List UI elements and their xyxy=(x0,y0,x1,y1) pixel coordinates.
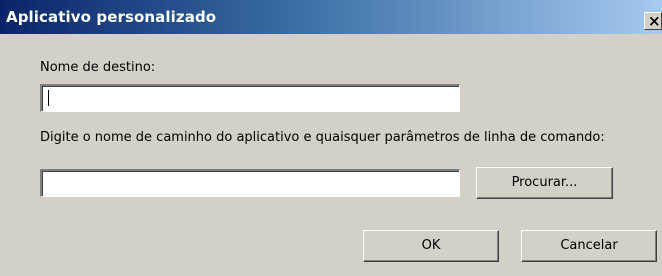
path-field[interactable] xyxy=(40,169,460,197)
window-title: Aplicativo personalizado xyxy=(6,8,217,26)
browse-button-label: Procurar... xyxy=(511,175,578,190)
custom-application-dialog: Aplicativo personalizado × Nome de desti… xyxy=(0,0,662,276)
target-name-field[interactable] xyxy=(40,84,460,112)
target-name-label: Nome de destino: xyxy=(40,60,156,75)
ok-button-label: OK xyxy=(421,238,441,253)
close-button[interactable]: × xyxy=(644,12,662,30)
path-label: Digite o nome de caminho do aplicativo e… xyxy=(40,130,605,145)
browse-button[interactable]: Procurar... xyxy=(476,167,613,199)
cancel-button[interactable]: Cancelar xyxy=(521,230,657,262)
ok-button[interactable]: OK xyxy=(363,230,499,262)
close-icon: × xyxy=(648,12,661,30)
cancel-button-label: Cancelar xyxy=(560,238,618,253)
title-bar[interactable]: Aplicativo personalizado × xyxy=(0,0,662,34)
text-caret xyxy=(48,90,49,106)
